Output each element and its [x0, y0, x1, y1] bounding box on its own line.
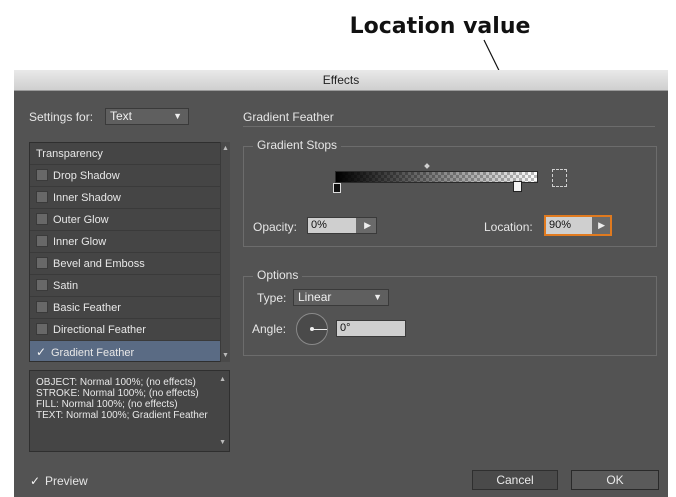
effects-summary: OBJECT: Normal 100%; (no effects) STROKE…: [29, 370, 230, 452]
location-value[interactable]: 90%: [546, 217, 592, 234]
angle-center-dot: [310, 327, 314, 331]
opacity-label: Opacity:: [253, 220, 298, 234]
scroll-up-icon[interactable]: ▲: [219, 374, 226, 385]
gradient-ramp[interactable]: [335, 171, 538, 183]
triangle-right-icon[interactable]: ▶: [598, 217, 605, 234]
list-item-inner-shadow[interactable]: Inner Shadow: [30, 187, 229, 209]
effects-list: Transparency Drop Shadow Inner Shadow Ou…: [29, 142, 230, 362]
preview-checkbox[interactable]: ✓ Preview: [30, 474, 88, 488]
effects-dialog: Effects Settings for: Text ▼ Gradient Fe…: [14, 70, 668, 497]
checkbox[interactable]: [36, 323, 48, 336]
effects-list-scrollbar[interactable]: ▲ ▼: [220, 142, 230, 362]
checkbox[interactable]: [36, 257, 48, 270]
angle-indicator-icon: [312, 329, 327, 330]
type-dropdown[interactable]: Linear ▼: [293, 289, 389, 306]
angle-dial[interactable]: [296, 313, 328, 345]
type-value: Linear: [298, 290, 332, 304]
list-item-satin[interactable]: Satin: [30, 275, 229, 297]
checkbox[interactable]: [36, 191, 48, 204]
summary-line: FILL: Normal 100%; (no effects): [36, 399, 178, 410]
angle-value[interactable]: 0°: [337, 321, 405, 336]
opacity-field[interactable]: 0% ▶: [307, 217, 377, 234]
ok-button[interactable]: OK: [571, 470, 659, 490]
scroll-down-icon[interactable]: ▼: [219, 437, 226, 448]
angle-label: Angle:: [252, 322, 287, 336]
cancel-button[interactable]: Cancel: [472, 470, 558, 490]
triangle-right-icon[interactable]: ▶: [364, 218, 371, 233]
start-stop-icon[interactable]: [333, 183, 341, 193]
location-label: Location:: [484, 220, 533, 234]
checkbox[interactable]: [36, 279, 48, 292]
type-label: Type:: [257, 291, 287, 305]
list-item-drop-shadow[interactable]: Drop Shadow: [30, 165, 229, 187]
settings-for-label: Settings for:: [29, 110, 94, 124]
options-title: Options: [253, 268, 303, 282]
angle-field[interactable]: 0°: [336, 320, 406, 337]
list-item-outer-glow[interactable]: Outer Glow: [30, 209, 229, 231]
checkbox[interactable]: [36, 301, 48, 314]
gradient-stops-title: Gradient Stops: [253, 138, 342, 152]
summary-line: STROKE: Normal 100%; (no effects): [36, 388, 199, 399]
checkmark-icon[interactable]: ✓: [30, 474, 42, 488]
section-divider: [243, 126, 655, 127]
opacity-value[interactable]: 0%: [308, 218, 356, 233]
list-item-bevel-emboss[interactable]: Bevel and Emboss: [30, 253, 229, 275]
callout-label: Location value: [349, 14, 531, 39]
checkmark-icon[interactable]: ✓: [36, 341, 48, 361]
chevron-down-icon: ▼: [373, 292, 382, 302]
list-item-directional-feather[interactable]: Directional Feather: [30, 319, 229, 341]
list-item-inner-glow[interactable]: Inner Glow: [30, 231, 229, 253]
list-item-gradient-feather[interactable]: ✓ Gradient Feather: [30, 341, 229, 361]
reverse-gradient-icon[interactable]: [552, 169, 567, 187]
list-item-transparency[interactable]: Transparency: [30, 143, 229, 165]
settings-for-value: Text: [110, 109, 133, 123]
checkbox[interactable]: [36, 213, 48, 226]
list-item-basic-feather[interactable]: Basic Feather: [30, 297, 229, 319]
preview-label: Preview: [45, 474, 88, 488]
checkbox[interactable]: [36, 169, 48, 182]
checkbox[interactable]: [36, 235, 48, 248]
summary-line: OBJECT: Normal 100%; (no effects): [36, 377, 196, 388]
section-title: Gradient Feather: [243, 110, 334, 124]
dialog-title: Effects: [14, 70, 668, 91]
chevron-down-icon: ▼: [173, 111, 182, 121]
scroll-down-icon[interactable]: ▼: [221, 352, 230, 359]
settings-for-dropdown[interactable]: Text ▼: [105, 108, 189, 125]
location-field[interactable]: 90% ▶: [544, 215, 612, 236]
scroll-up-icon[interactable]: ▲: [221, 145, 230, 152]
end-stop-icon[interactable]: [513, 181, 522, 192]
summary-line: TEXT: Normal 100%; Gradient Feather: [36, 410, 208, 421]
